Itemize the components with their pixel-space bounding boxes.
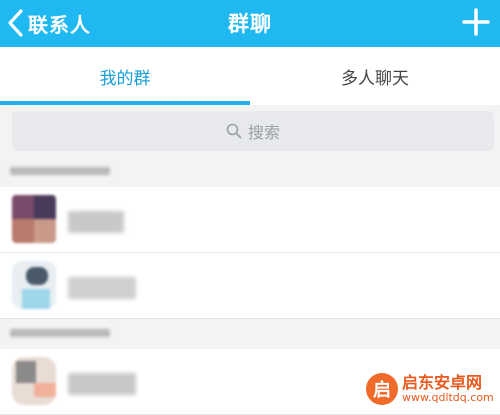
group-list: [0, 187, 500, 319]
watermark: 启 启东安卓网 www.qdltdq.com: [366, 369, 496, 409]
plus-icon[interactable]: [460, 6, 492, 38]
blurred-section-title: [10, 329, 110, 337]
tab-multi-chat-label: 多人聊天: [341, 68, 409, 89]
avatar: [12, 261, 56, 309]
blurred-group-name: [68, 277, 136, 299]
search-icon: [226, 123, 242, 139]
list-item[interactable]: [0, 253, 500, 319]
tab-my-groups[interactable]: 我的群: [0, 47, 250, 105]
section-header[interactable]: [0, 157, 500, 187]
tab-my-groups-label: 我的群: [99, 68, 151, 89]
watermark-logo: 启: [366, 373, 398, 405]
tab-multi-chat[interactable]: 多人聊天: [250, 47, 500, 105]
search-placeholder: 搜索: [247, 123, 280, 142]
blurred-group-name: [68, 211, 124, 233]
section-header[interactable]: [0, 319, 500, 349]
avatar: [12, 357, 56, 405]
avatar: [12, 195, 56, 243]
tab-active-indicator: [0, 101, 250, 105]
watermark-line2: www.qdltdq.com: [402, 390, 494, 404]
list-item[interactable]: [0, 187, 500, 253]
page-title: 群聊: [228, 12, 272, 36]
watermark-line1: 启东安卓网: [402, 373, 483, 393]
blurred-section-title: [10, 167, 110, 175]
watermark-text: 启东安卓网 www.qdltdq.com: [402, 374, 494, 404]
tab-bar: 我的群 多人聊天: [0, 47, 500, 105]
top-bar: 联系人 群聊: [0, 0, 500, 47]
blurred-group-name: [68, 373, 136, 395]
search-bar[interactable]: 搜索: [12, 111, 494, 151]
